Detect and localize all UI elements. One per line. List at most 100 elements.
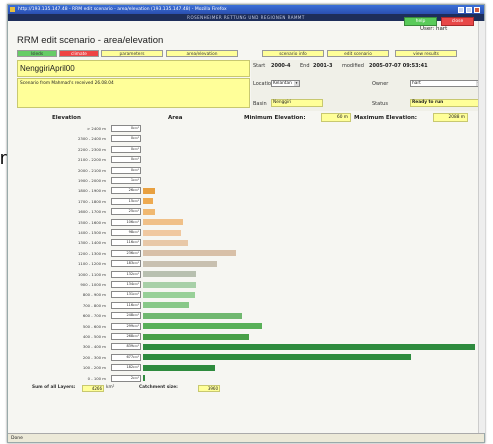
area-bar <box>143 239 188 246</box>
area-input[interactable]: 236km² <box>111 249 141 257</box>
tab-scenario-info[interactable]: scenario info <box>262 50 324 57</box>
area-input[interactable]: 0km² <box>111 156 141 164</box>
area-bar <box>143 229 181 236</box>
area-input[interactable]: 0km² <box>111 166 141 174</box>
start-value: 2000-4 <box>271 63 291 69</box>
page-title: RRM edit scenario - area/elevation <box>17 35 164 46</box>
owner-value: hart <box>412 81 421 86</box>
user-label: User: hart <box>420 26 448 32</box>
location-value: Kelantan <box>273 81 292 86</box>
area-bar <box>143 364 215 371</box>
screenshot-stage: n http://193.135.147.48 - RRM edit scena… <box>0 0 493 444</box>
area-unit: km² <box>133 344 139 349</box>
elevation-row-label: 1700 - 1800 m <box>77 198 106 204</box>
area-input[interactable]: 116km² <box>111 239 141 247</box>
max-elevation-field[interactable]: 2088 m <box>433 113 468 122</box>
catchment-value-field: 3960 <box>198 385 220 392</box>
area-bar <box>143 302 189 309</box>
min-elevation-label: Minimum Elevation: <box>244 115 306 121</box>
area-unit: km² <box>133 230 139 234</box>
tab-area-elevation[interactable]: area/elevation <box>166 50 238 57</box>
area-bar <box>143 208 155 215</box>
area-input[interactable]: 677km² <box>111 353 141 361</box>
window-titlebar: http://193.135.147.48 - RRM edit scenari… <box>8 5 484 14</box>
maximize-icon[interactable] <box>466 6 472 13</box>
area-bar <box>143 198 153 205</box>
area-bar <box>143 333 249 340</box>
basin-label: Basin <box>253 101 267 107</box>
tab-view-results[interactable]: view results <box>395 50 457 57</box>
elevation-row-label: 2200 - 2300 m <box>77 146 106 152</box>
elevation-row-label: 0 - 100 m <box>87 375 106 381</box>
area-input[interactable]: 299km² <box>111 322 141 330</box>
area-input[interactable]: 0km² <box>111 145 141 153</box>
elevation-row-label: 700 - 800 m <box>82 302 106 308</box>
end-label: End <box>300 63 310 69</box>
area-input[interactable]: 116km² <box>111 301 141 309</box>
minimize-icon[interactable] <box>458 6 464 13</box>
owner-select[interactable]: hart ▾ <box>410 80 482 87</box>
area-input[interactable]: 134km² <box>111 281 141 288</box>
catchment-label: Catchment size: <box>139 385 178 390</box>
start-label: Start <box>253 63 266 69</box>
area-unit: km² <box>133 292 139 297</box>
elevation-row-label: 2100 - 2200 m <box>77 157 106 163</box>
chevron-down-icon: ▾ <box>294 81 299 86</box>
area-bar <box>143 250 236 257</box>
close-button[interactable]: close <box>441 17 474 26</box>
area-input[interactable]: 182km² <box>111 364 141 372</box>
area-input[interactable]: 26km² <box>111 187 141 195</box>
elevation-row-label: 900 - 1000 m <box>80 282 106 287</box>
area-input[interactable]: 839km² <box>111 343 141 351</box>
sum-value-field: 4266 <box>82 385 104 392</box>
area-unit: km² <box>133 240 139 245</box>
scenario-description-field[interactable]: Scenario from Mahmad's received 26.08.04 <box>17 78 250 108</box>
modified-label: modified <box>342 63 364 69</box>
area-unit: km² <box>133 354 139 359</box>
area-bar <box>143 375 145 382</box>
elevation-row-label: 1300 - 1400 m <box>77 240 106 246</box>
basin-field[interactable]: Nenggiri <box>271 99 323 107</box>
tab-parameters[interactable]: parameters <box>101 50 163 57</box>
area-bar <box>143 187 155 194</box>
area-bar <box>143 281 196 288</box>
area-input[interactable]: 98km² <box>111 229 141 236</box>
area-input[interactable]: 131km² <box>111 291 141 299</box>
area-input[interactable]: 106km² <box>111 218 141 226</box>
sum-label: Sum of all Layers: <box>32 385 76 390</box>
area-input[interactable]: 2km² <box>111 374 141 382</box>
area-input[interactable]: 0km² <box>111 135 141 143</box>
area-input[interactable]: 0km² <box>111 125 141 132</box>
area-input[interactable]: 268km² <box>111 333 141 340</box>
area-unit: km² <box>133 157 139 162</box>
area-input[interactable]: 1km² <box>111 177 141 184</box>
tab-lsleds[interactable]: lsleds <box>17 50 57 57</box>
status-bar: Done <box>8 433 484 442</box>
tab-climate[interactable]: climate <box>59 50 99 57</box>
elevation-row-label: 1800 - 1900 m <box>77 188 106 194</box>
location-select[interactable]: Kelantan ▾ <box>271 80 300 87</box>
elevation-row-label: 300 - 400 m <box>82 344 106 350</box>
scenario-name-field[interactable]: NenggiriApril00 <box>17 60 250 77</box>
help-button[interactable]: help <box>404 17 437 26</box>
vertical-scrollbar[interactable] <box>478 21 485 433</box>
elevation-row-label: 600 - 700 m <box>82 313 106 319</box>
elevation-row-label: 200 - 300 m <box>82 354 106 360</box>
area-unit: km² <box>133 136 139 141</box>
elevation-row-label: > 2400 m <box>87 126 106 131</box>
area-bar <box>143 343 475 350</box>
owner-label: Owner <box>372 81 389 87</box>
elevation-row-label: 1900 - 2000 m <box>77 178 106 183</box>
browser-window: http://193.135.147.48 - RRM edit scenari… <box>7 4 485 443</box>
tab-edit-scenario[interactable]: edit scenario <box>327 50 389 57</box>
area-bar <box>143 312 242 319</box>
area-input[interactable]: 183km² <box>111 260 141 268</box>
min-elevation-field[interactable]: 60 m <box>321 113 351 122</box>
area-input[interactable]: 132km² <box>111 270 141 278</box>
window-close-icon[interactable] <box>474 6 480 13</box>
modified-value: 2005-07-07 09:53:41 <box>369 63 428 69</box>
elevation-row-label: 1100 - 1200 m <box>77 261 106 267</box>
area-input[interactable]: 15km² <box>111 197 141 205</box>
area-input[interactable]: 25km² <box>111 208 141 216</box>
area-input[interactable]: 248km² <box>111 312 141 320</box>
